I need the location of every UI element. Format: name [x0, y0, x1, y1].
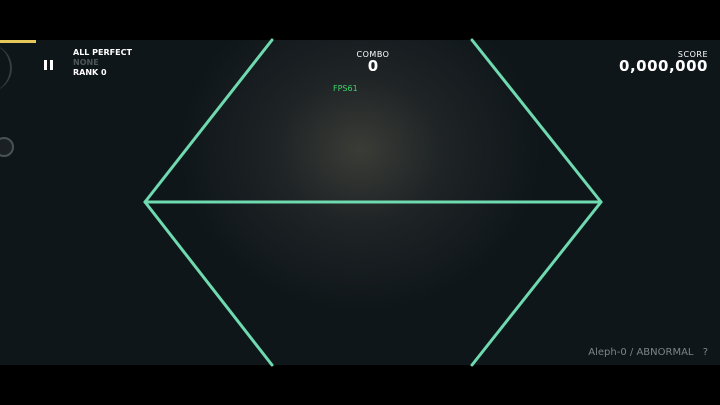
fps-counter: FPS61: [333, 84, 358, 93]
status-none: NONE: [73, 58, 99, 67]
pause-button[interactable]: [42, 58, 56, 72]
song-info: Aleph-0 / ABNORMAL ?: [588, 347, 708, 358]
judge-line-lower-right: [470, 200, 603, 367]
score-value: 0,000,000: [619, 57, 708, 75]
status-rank: RANK 0: [73, 68, 107, 77]
score-display: SCORE 0,000,000: [619, 50, 708, 74]
combo-display: COMBO 0: [333, 50, 413, 74]
judge-line-upper-right: [470, 38, 603, 204]
pause-icon: [44, 60, 47, 70]
song-separator: /: [629, 347, 634, 358]
song-difficulty: ABNORMAL: [636, 347, 694, 358]
play-status: ALL PERFECT NONE RANK 0: [73, 48, 132, 78]
judge-line-upper-left: [143, 38, 274, 204]
status-all-perfect: ALL PERFECT: [73, 48, 132, 57]
song-title: Aleph-0: [588, 347, 627, 358]
song-progress-bar: [0, 40, 36, 43]
combo-value: 0: [367, 57, 379, 75]
judge-line-lower-left: [143, 200, 274, 367]
help-icon[interactable]: ?: [703, 347, 708, 358]
